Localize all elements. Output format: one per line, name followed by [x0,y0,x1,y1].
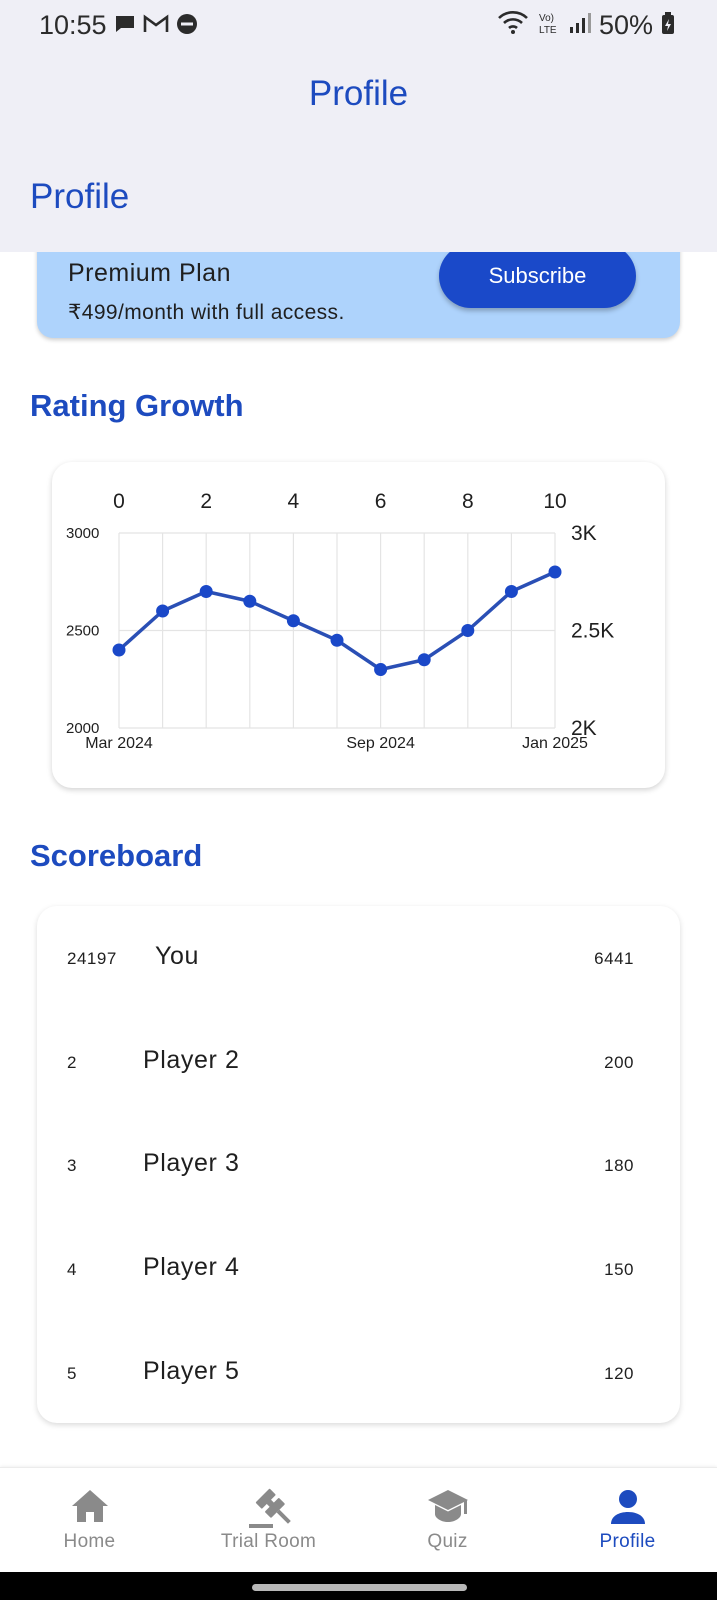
rating-point [199,585,213,598]
svg-text:Vo): Vo) [539,13,554,24]
volte-icon: Vo) LTE [537,10,561,41]
score-rank: 2 [67,1053,77,1072]
x-tick-label-top: 2 [200,490,212,513]
x-tick-label-top: 0 [113,490,125,513]
notification-icons [113,12,199,41]
score-row[interactable]: 2 Player 2 200 [37,1042,680,1082]
battery-icon [661,11,675,40]
do-not-disturb-icon [175,12,199,41]
chat-bubble-icon [113,12,137,41]
nav-label-home: Home [63,1531,116,1552]
score-rank: 5 [67,1364,77,1383]
nav-item-home[interactable]: Home [0,1468,179,1573]
rating-point [286,614,300,628]
score-row[interactable]: 4 Player 4 150 [37,1249,680,1289]
score-rank: 24197 [67,949,117,968]
x-tick-label-top: 10 [543,490,566,513]
scroll-content[interactable]: Premium Plan ₹499/month with full access… [0,252,717,1467]
rating-point [461,624,475,637]
rating-growth-chart: 0 2 4 6 8 103000250020003K2.5K2KMar 2024 Sep 2… [66,490,614,752]
score-name: Player 2 [143,1046,240,1074]
rating-point [330,633,344,647]
app-bar: Profile Profile [0,50,717,252]
score-value: 180 [604,1156,634,1175]
nav-label-quiz: Quiz [427,1531,468,1552]
score-name: You [155,942,199,970]
rating-point [504,585,518,598]
signal-icon [569,11,591,40]
score-rank: 3 [67,1156,77,1175]
x-date-label: Mar 2024 [85,735,153,752]
rating-point [112,643,126,657]
x-tick-label-top: 4 [288,490,300,513]
score-name: Player 3 [143,1149,240,1177]
home-icon [0,1488,179,1528]
rating-point [243,594,257,608]
score-name: Player 5 [143,1357,240,1385]
rating-point [417,653,431,667]
gesture-bar [0,1572,717,1600]
y-tick-label-right: 3K [571,522,597,545]
score-rank: 4 [67,1260,77,1279]
nav-item-profile[interactable]: Profile [538,1468,717,1573]
gmail-icon [143,12,169,41]
score-value: 200 [604,1053,634,1072]
score-name: Player 4 [143,1253,240,1281]
bottom-navigation: Home Trial Room Quiz Profile [0,1467,717,1572]
home-gesture-handle[interactable] [252,1584,467,1591]
rating-growth-heading: Rating Growth [30,388,244,423]
rating-point [374,663,388,676]
score-value: 6441 [594,949,634,968]
x-date-label: Sep 2024 [346,735,415,752]
rating-chart-card: 0 2 4 6 8 10 3000 2500 2000 3K 2.5K 2K Mar 2024 Sep 2… [52,462,665,788]
x-date-label: Jan 2025 [522,735,588,752]
rating-point [548,565,562,579]
score-row[interactable]: 5 Player 5 120 [37,1353,680,1393]
nav-label-profile: Profile [599,1531,656,1552]
gavel-icon [179,1488,358,1528]
battery-percent: 50% [598,10,653,40]
subscribe-button[interactable]: Subscribe [439,252,636,308]
page-title: Profile [308,74,409,113]
y-tick-label-left: 2500 [66,623,99,640]
page-subtitle: Profile [30,177,130,216]
y-tick-label-left: 3000 [66,525,99,542]
nav-item-trial-room[interactable]: Trial Room [179,1468,358,1573]
person-icon [538,1488,717,1528]
rating-point [156,604,170,618]
status-bar: 10:55 Vo) LTE 50% [0,0,717,50]
graduation-cap-icon [358,1488,537,1528]
score-value: 120 [604,1364,634,1383]
premium-plan-price: ₹499/month with full access. [68,301,345,324]
svg-text:LTE: LTE [539,25,557,36]
premium-plan-title: Premium Plan [68,259,231,287]
wifi-icon [497,10,529,41]
x-tick-label-top: 6 [375,490,387,513]
score-row-you[interactable]: 24197 You 6441 [37,938,680,978]
x-tick-label-top: 8 [462,490,474,513]
score-row[interactable]: 3 Player 3 180 [37,1145,680,1185]
scoreboard-heading: Scoreboard [30,838,203,873]
nav-item-quiz[interactable]: Quiz [358,1468,537,1573]
nav-label-trial-room: Trial Room [220,1531,317,1552]
system-icons: Vo) LTE 50% [497,10,675,41]
scoreboard-card: 24197 You 6441 2 Player 2 200 3 Player 3… [37,906,680,1423]
premium-plan-card: Premium Plan ₹499/month with full access… [37,252,680,338]
status-time: 10:55 [39,10,107,40]
y-tick-label-right: 2.5K [571,620,614,643]
score-value: 150 [604,1260,634,1279]
